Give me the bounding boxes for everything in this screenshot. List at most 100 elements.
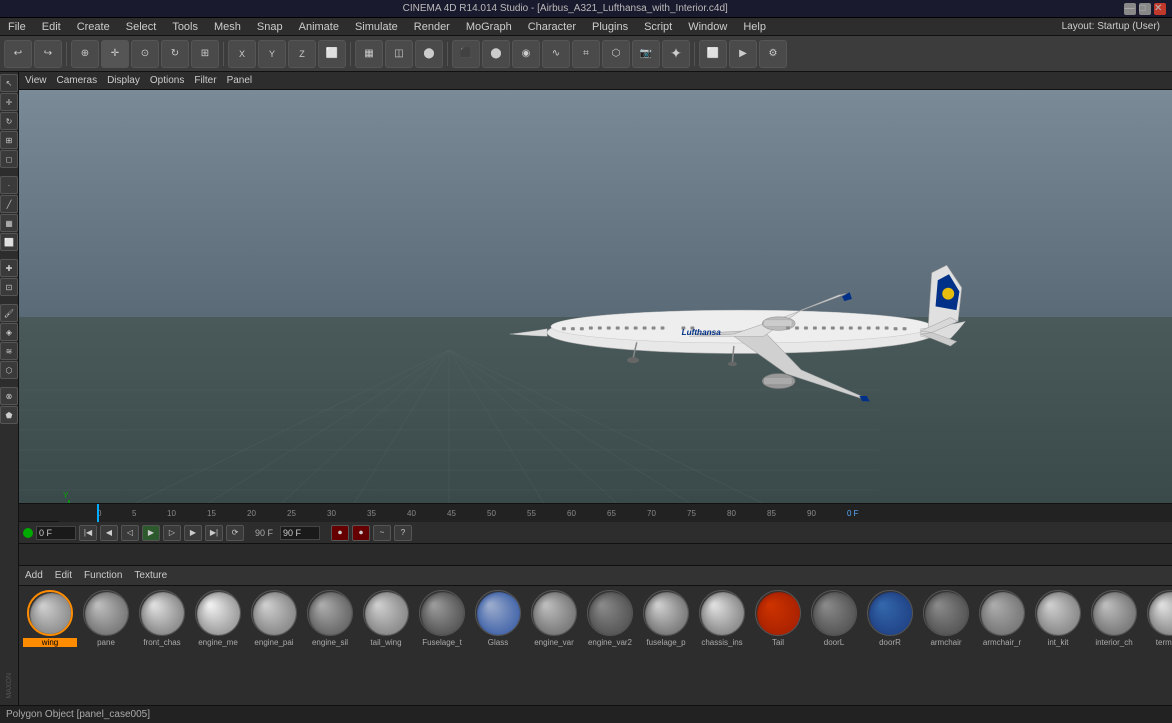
vp-menu-view[interactable]: View <box>25 75 47 86</box>
lt-scale[interactable]: ⊞ <box>0 131 18 149</box>
menu-animate[interactable]: Animate <box>295 20 343 34</box>
prev-frame-button[interactable]: ◀ <box>100 525 118 541</box>
lt-rotate[interactable]: ↻ <box>0 112 18 130</box>
mat-item-5[interactable]: engine_sil <box>303 590 357 647</box>
uv-mode-button[interactable]: ⬜ <box>318 40 346 68</box>
mat-item-1[interactable]: pane <box>79 590 133 647</box>
menu-simulate[interactable]: Simulate <box>351 20 402 34</box>
vp-menu-cameras[interactable]: Cameras <box>57 75 98 86</box>
material-button[interactable]: ⬜ <box>699 40 727 68</box>
menu-tools[interactable]: Tools <box>168 20 202 34</box>
mat-item-4[interactable]: engine_pai <box>247 590 301 647</box>
next-frame-button[interactable]: ▶ <box>184 525 202 541</box>
lt-model[interactable]: ◻ <box>0 150 18 168</box>
lt-rig[interactable]: ⊗ <box>0 387 18 405</box>
lt-extra[interactable]: ⬟ <box>0 406 18 424</box>
menu-create[interactable]: Create <box>73 20 114 34</box>
undo-button[interactable]: ↩ <box>4 40 32 68</box>
lt-move[interactable]: ✛ <box>0 93 18 111</box>
mat-item-8[interactable]: Glass <box>471 590 525 647</box>
mat-item-2[interactable]: front_chas <box>135 590 189 647</box>
autokey-btn[interactable]: ⏺ <box>352 525 370 541</box>
help-btn[interactable]: ? <box>394 525 412 541</box>
prev-key-button[interactable]: ◁ <box>121 525 139 541</box>
mat-item-11[interactable]: fuselage_p <box>639 590 693 647</box>
vp-menu-options[interactable]: Options <box>150 75 184 86</box>
mat-item-16[interactable]: armchair <box>919 590 973 647</box>
menu-mograph[interactable]: MoGraph <box>462 20 516 34</box>
model-mode-button[interactable]: X <box>228 40 256 68</box>
menu-file[interactable]: File <box>4 20 30 34</box>
menu-mesh[interactable]: Mesh <box>210 20 245 34</box>
mat-item-18[interactable]: int_kit <box>1031 590 1085 647</box>
lt-hair[interactable]: ≋ <box>0 342 18 360</box>
vp-menu-panel[interactable]: Panel <box>227 75 253 86</box>
goto-start-button[interactable]: |◀ <box>79 525 97 541</box>
mat-item-17[interactable]: armchair_r <box>975 590 1029 647</box>
end-frame-field[interactable] <box>280 526 320 540</box>
mat-item-12[interactable]: chassis_ins <box>695 590 749 647</box>
record-button[interactable]: ⬤ <box>415 40 443 68</box>
menu-edit[interactable]: Edit <box>38 20 65 34</box>
cube-button[interactable]: ⬛ <box>452 40 480 68</box>
mat-item-19[interactable]: interior_ch <box>1087 590 1141 647</box>
camera-button[interactable]: 📷 <box>632 40 660 68</box>
menu-script[interactable]: Script <box>640 20 676 34</box>
vp-menu-filter[interactable]: Filter <box>194 75 216 86</box>
mat-item-20[interactable]: terminal <box>1143 590 1172 647</box>
menu-render[interactable]: Render <box>410 20 454 34</box>
lt-sculpt[interactable]: ◈ <box>0 323 18 341</box>
deformer-button[interactable]: ⬡ <box>602 40 630 68</box>
nurbs-button[interactable]: ⌗ <box>572 40 600 68</box>
minimize-button[interactable]: — <box>1124 3 1136 15</box>
play-button[interactable]: ▶ <box>142 525 160 541</box>
menu-select[interactable]: Select <box>122 20 161 34</box>
next-key-button[interactable]: ▷ <box>163 525 181 541</box>
sphere-button[interactable]: ⬤ <box>482 40 510 68</box>
frame-button[interactable]: ▦ <box>355 40 383 68</box>
menu-plugins[interactable]: Plugins <box>588 20 632 34</box>
motion-btn[interactable]: ~ <box>373 525 391 541</box>
mat-menu-edit[interactable]: Edit <box>55 570 72 581</box>
spline-button[interactable]: ∿ <box>542 40 570 68</box>
edge-mode-button[interactable]: Z <box>288 40 316 68</box>
timeline-button[interactable]: ◫ <box>385 40 413 68</box>
close-button[interactable]: ✕ <box>1154 3 1166 15</box>
render-preview-button[interactable]: ▶ <box>729 40 757 68</box>
poly-mode-button[interactable]: Y <box>258 40 286 68</box>
redo-button[interactable]: ↪ <box>34 40 62 68</box>
vp-menu-display[interactable]: Display <box>107 75 140 86</box>
menu-help[interactable]: Help <box>739 20 770 34</box>
menu-character[interactable]: Character <box>524 20 580 34</box>
rotate-tool-button[interactable]: ↻ <box>161 40 189 68</box>
mat-menu-function[interactable]: Function <box>84 570 122 581</box>
render-settings-button[interactable]: ⚙ <box>759 40 787 68</box>
menu-window[interactable]: Window <box>684 20 731 34</box>
cylinder-button[interactable]: ◉ <box>512 40 540 68</box>
mat-item-13[interactable]: Tail <box>751 590 805 647</box>
mat-item-9[interactable]: engine_var <box>527 590 581 647</box>
mat-item-3[interactable]: engine_me <box>191 590 245 647</box>
mat-item-7[interactable]: Fuselage_t <box>415 590 469 647</box>
viewport[interactable]: Perspective <box>19 90 1172 503</box>
scale-tool-button[interactable]: ⊙ <box>131 40 159 68</box>
lt-pts[interactable]: · <box>0 176 18 194</box>
mat-item-6[interactable]: tail_wing <box>359 590 413 647</box>
lt-axis[interactable]: ✚ <box>0 259 18 277</box>
mat-item-10[interactable]: engine_var2 <box>583 590 637 647</box>
select-tool-button[interactable]: ⊕ <box>71 40 99 68</box>
record-btn[interactable]: ⏺ <box>331 525 349 541</box>
menu-snap[interactable]: Snap <box>253 20 287 34</box>
lt-select[interactable]: ↖ <box>0 74 18 92</box>
mat-item-15[interactable]: doorR <box>863 590 917 647</box>
lt-uv[interactable]: ⬜ <box>0 233 18 251</box>
lt-paint[interactable]: 🖌 <box>0 304 18 322</box>
mat-item-0[interactable]: wing <box>23 590 77 647</box>
goto-end-button[interactable]: ▶| <box>205 525 223 541</box>
transform-tool-button[interactable]: ⊞ <box>191 40 219 68</box>
light-button[interactable]: ✦ <box>662 40 690 68</box>
lt-texture[interactable]: ⬡ <box>0 361 18 379</box>
mat-menu-texture[interactable]: Texture <box>134 570 167 581</box>
move-tool-button[interactable]: ✛ <box>101 40 129 68</box>
maximize-button[interactable]: □ <box>1139 3 1151 15</box>
